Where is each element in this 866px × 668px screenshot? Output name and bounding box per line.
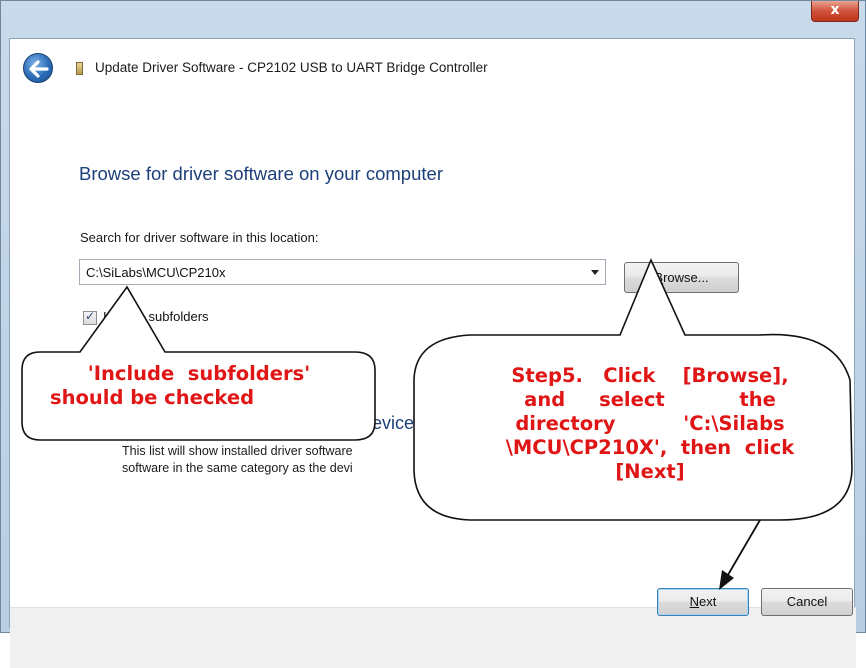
close-button[interactable]: x [811, 1, 859, 22]
callout-right-line3: directory 'C:\Silabs [515, 412, 785, 435]
cancel-button[interactable]: Cancel [761, 588, 853, 616]
page-heading: Browse for driver software on your compu… [79, 163, 443, 184]
callout-left-line2: should be checked [50, 386, 255, 409]
next-button-accel: N [689, 594, 700, 609]
pick-option-desc-line2: software in the same category as the dev… [122, 461, 353, 475]
browse-button[interactable]: Browse... [624, 262, 739, 293]
include-subfolders-text: nclude subfolders [106, 309, 209, 324]
callout-left-line1: 'Include subfolders' [87, 362, 311, 385]
callout-left-text: 'Include subfolders' should be checked [24, 362, 374, 410]
browse-button-label: rowse... [663, 270, 709, 285]
callout-right-line1: Step5. Click [Browse], [511, 364, 789, 387]
include-subfolders-checkbox[interactable]: ✓ [83, 309, 97, 325]
window-frame: x Update Driver Software - CP2102 USB to… [0, 0, 866, 668]
back-button[interactable] [23, 53, 53, 83]
next-button[interactable]: Next [657, 588, 749, 616]
path-combobox[interactable] [79, 259, 606, 285]
path-input[interactable] [80, 260, 586, 284]
pick-option-desc-line1: This list will show installed driver sof… [122, 444, 353, 458]
pick-option-title[interactable]: evice [372, 413, 414, 434]
include-subfolders-label[interactable]: Include subfolders [103, 309, 209, 324]
next-button-label: ext [699, 594, 717, 609]
callout-right-line4: \MCU\CP210X', then click [505, 436, 795, 459]
callout-right-line2: and select the [524, 388, 776, 411]
checkmark-icon: ✓ [85, 309, 96, 323]
browse-button-accel: B [654, 270, 664, 285]
footer-bar [10, 607, 856, 668]
callout-right-text: Step5. Click [Browse], and select the di… [470, 364, 830, 484]
search-location-label: Search for driver software in this locat… [80, 230, 319, 245]
window-client-area: Update Driver Software - CP2102 USB to U… [9, 38, 856, 668]
callout-right-line5: [Next] [615, 460, 685, 483]
chevron-down-icon[interactable] [591, 270, 599, 275]
window-title: Update Driver Software - CP2102 USB to U… [95, 60, 488, 75]
device-icon [76, 62, 83, 75]
back-arrow-icon [29, 60, 49, 78]
